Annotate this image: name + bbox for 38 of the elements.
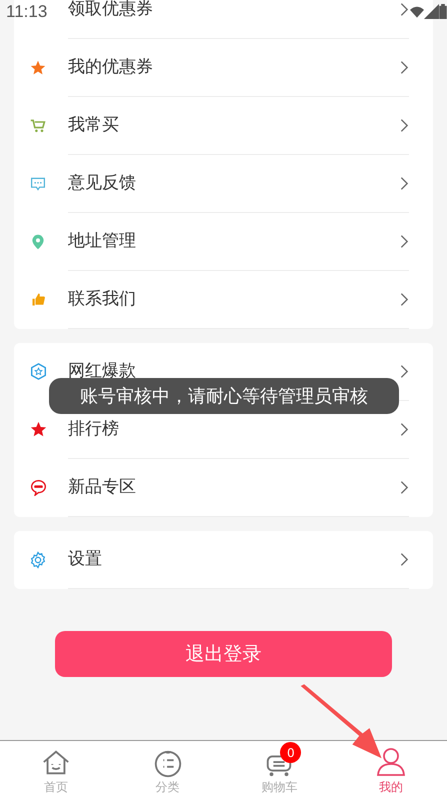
menu-item[interactable]: 设置 xyxy=(68,546,102,572)
location-pin-icon xyxy=(30,232,46,250)
menu-item[interactable]: 地址管理 xyxy=(68,228,136,254)
list-circle-icon xyxy=(152,748,183,778)
menu-item[interactable]: 排行榜 xyxy=(68,416,119,442)
hexagon-star-icon xyxy=(30,363,46,380)
chevron-right-icon xyxy=(400,118,409,133)
nav-tab[interactable]: 我的 xyxy=(335,741,447,798)
nav-tab[interactable]: 0 购物车 xyxy=(224,741,336,798)
chevron-right-icon xyxy=(400,364,409,379)
menu-item[interactable]: 新品专区 xyxy=(68,474,136,500)
count-badge: 0 xyxy=(280,742,302,763)
chat-icon xyxy=(30,176,46,192)
menu-item[interactable]: 我的优惠券 xyxy=(68,54,153,80)
chevron-right-icon xyxy=(400,60,409,75)
star-icon xyxy=(30,421,46,438)
chevron-right-icon xyxy=(400,176,409,191)
settings-icon xyxy=(29,550,47,568)
menu-item[interactable]: 意见反馈 xyxy=(68,170,136,196)
status-time: 11:13 xyxy=(6,1,48,23)
chevron-right-icon xyxy=(400,2,409,17)
menu-item[interactable]: 我常买 xyxy=(68,112,119,138)
chevron-right-icon xyxy=(400,292,409,307)
battery-icon xyxy=(439,4,447,19)
cart-icon xyxy=(30,118,46,134)
hot-bubble-icon xyxy=(30,479,46,496)
menu-item[interactable]: 联系我们 xyxy=(68,286,136,312)
signal-icon xyxy=(424,4,439,19)
person-icon xyxy=(375,746,408,778)
thumbs-up-icon xyxy=(30,292,46,307)
toast: 账号审核中，请耐心等待管理员审核 xyxy=(49,378,399,414)
chevron-right-icon xyxy=(400,552,409,567)
wifi-icon xyxy=(410,6,424,18)
chevron-right-icon xyxy=(400,422,409,437)
chevron-right-icon xyxy=(400,234,409,249)
star-icon xyxy=(30,60,46,76)
chevron-right-icon xyxy=(400,480,409,495)
menu-item[interactable]: 领取优惠券 xyxy=(68,0,153,22)
